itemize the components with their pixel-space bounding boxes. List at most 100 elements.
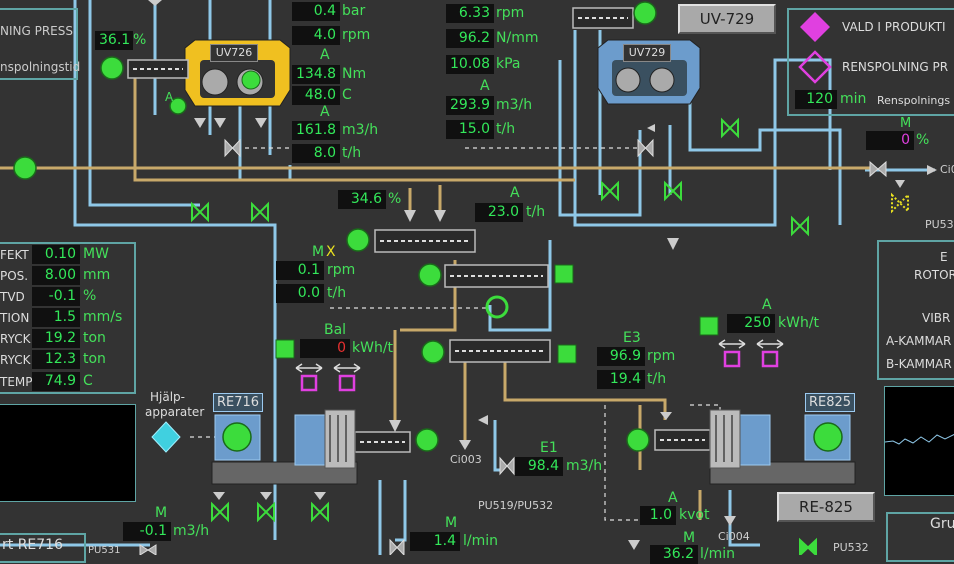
- gru-label: Gru: [930, 516, 954, 532]
- left-row3-value: -0.1: [32, 287, 80, 306]
- uv729-tag: UV729: [623, 44, 671, 62]
- mx-th-unit: t/h: [327, 285, 347, 301]
- left-row4-label: TION: [0, 311, 30, 325]
- left-row3-unit: %: [83, 288, 97, 304]
- hjalpapparater-icon[interactable]: [151, 421, 181, 453]
- valve-a3-icon: [311, 501, 329, 523]
- right-valve-value: 0: [866, 131, 914, 150]
- screw3-motor-running-icon: [421, 340, 445, 364]
- left-row5-unit: ton: [83, 330, 106, 346]
- uv729-rpm-unit: rpm: [496, 5, 525, 21]
- pu519-label: PU519/PU532: [478, 499, 554, 512]
- uv729-motor-running-icon: [633, 1, 657, 25]
- pu531-label: PU531: [88, 545, 121, 556]
- renspolning-minutes-value: 120: [795, 90, 837, 109]
- left-row6-value: 12.3: [32, 350, 80, 369]
- bal-status-icon: [275, 339, 295, 359]
- flow-value: 161.8: [292, 121, 340, 140]
- temp-value: 48.0: [292, 86, 340, 105]
- torque-unit: Nm: [342, 66, 367, 82]
- trend-left: [0, 404, 136, 502]
- e3-label: E3: [623, 330, 641, 346]
- bottom-m-label-2: M: [445, 515, 458, 531]
- bal-unit: kWh/t: [352, 340, 394, 356]
- left-row3-label: TVD: [0, 290, 25, 304]
- valve-a1-icon: [211, 501, 229, 523]
- top-left-label-2: nspolningstid: [0, 60, 81, 74]
- torque-prefix: A: [320, 47, 330, 63]
- trend-right-line: [884, 433, 954, 445]
- pump-uv726-feed-running-icon: [100, 56, 124, 80]
- uv729-rpm-value: 6.33: [446, 4, 494, 23]
- re716-feed-running-icon: [415, 428, 439, 452]
- re825-tag: RE825: [805, 393, 855, 412]
- e3-rpm-unit: rpm: [647, 348, 676, 364]
- production-value: 8.0: [292, 144, 340, 163]
- energy-status-icon: [699, 316, 719, 336]
- valve-uv726-icon: [224, 138, 241, 158]
- uv729-button[interactable]: UV-729: [678, 4, 776, 34]
- screw2-status-icon: [554, 264, 574, 284]
- mx-rpm-value: 0.1: [276, 261, 324, 280]
- valve-mx4-icon: [664, 180, 682, 202]
- temp-unit: C: [342, 87, 352, 103]
- screw1-motor-running-icon: [346, 228, 370, 252]
- bottom-lmin-value: 1.4: [410, 532, 460, 551]
- valve-right-icon: [869, 160, 887, 178]
- uv729-flow-unit: m3/h: [496, 97, 533, 113]
- start-re716-label: rt RE716: [2, 537, 63, 553]
- screw-th-unit: t/h: [526, 204, 546, 220]
- mx-th-value: 0.0: [276, 284, 324, 303]
- flow-unit: m3/h: [342, 122, 379, 138]
- bal-label: Bal: [324, 322, 347, 338]
- screw-a-label: A: [510, 185, 520, 201]
- bottom-kvot-unit: kvot: [679, 507, 710, 523]
- ci004-label: Ci004: [718, 530, 750, 543]
- bottom-m-label-3: M: [683, 530, 696, 546]
- production-unit: t/h: [342, 145, 362, 161]
- screw-pct-value: 34.6: [338, 190, 386, 209]
- left-row2-unit: mm: [83, 267, 111, 283]
- e1-label: E1: [540, 440, 558, 456]
- valves-green[interactable]: [191, 117, 909, 555]
- screw3-status-icon: [557, 344, 577, 364]
- uv729-production-value: 15.0: [446, 120, 494, 139]
- right-ci-label: Ci0: [940, 163, 954, 176]
- left-row1-unit: MW: [83, 246, 109, 262]
- energy-a-label: A: [762, 297, 772, 313]
- uv726-pct-value: 36.1: [95, 31, 133, 50]
- valve-e1-icon: [499, 456, 515, 476]
- bottom-flow-value: -0.1: [123, 522, 171, 541]
- right-valve-m-label: M: [900, 116, 912, 131]
- bottom-m-label-1: M: [155, 505, 168, 521]
- uv729-production-unit: t/h: [496, 121, 516, 137]
- renspolning-time-label: Renspolnings: [877, 94, 951, 107]
- hjalp-label-2: apparater: [145, 405, 205, 419]
- ci003-label: Ci003: [450, 453, 482, 466]
- screw2-motor-running-icon: [418, 263, 442, 287]
- torque-value: 134.8: [292, 65, 340, 84]
- uv729-linear-load-unit: N/mm: [496, 30, 539, 46]
- valve-bottom-icon: [389, 538, 405, 555]
- right-panel-label-5: B-KAMMAR: [886, 357, 952, 371]
- bal-value: 0: [300, 339, 350, 358]
- e3-th-value: 19.4: [597, 370, 645, 389]
- right-panel-label-1: E: [940, 250, 948, 264]
- left-row5-label: RYCK: [0, 332, 31, 346]
- valve-mx3-icon: [601, 180, 619, 202]
- valve-m3-icon: [891, 192, 909, 214]
- re825-feed-running-icon: [626, 428, 650, 452]
- e1-value: 98.4: [515, 457, 563, 476]
- valve-pu532-icon: [799, 537, 817, 555]
- re825-button[interactable]: RE-825: [777, 492, 875, 522]
- mx-m-label: M: [312, 244, 325, 260]
- pressure-value: 0.4: [292, 2, 340, 21]
- legend-vald-label: VALD I PRODUKTI: [842, 20, 946, 34]
- e3-th-unit: t/h: [647, 371, 667, 387]
- right-panel-label-2: ROTOR: [914, 268, 954, 282]
- rpm-value: 4.0: [292, 26, 340, 45]
- legend-renspolning-label: RENSPOLNING PR: [842, 60, 949, 74]
- uv726-tag: UV726: [210, 44, 258, 62]
- uv726-motor-running-icon[interactable]: [241, 70, 261, 90]
- mx-x-label: X: [326, 244, 336, 260]
